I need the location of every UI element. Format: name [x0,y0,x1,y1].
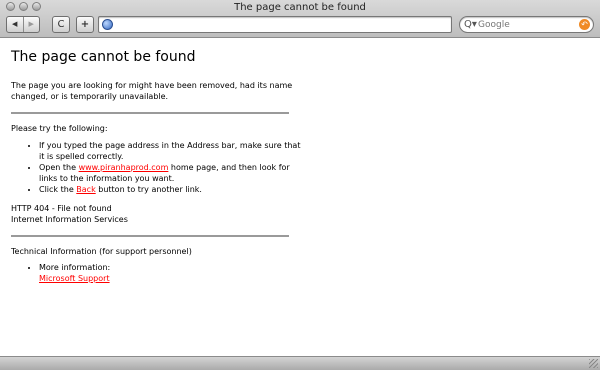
globe-icon [102,19,113,30]
back-arrow-icon: ◀ [12,20,18,28]
browser-window: The page cannot be found ◀ ▶ C + Q▾ Goog… [0,0,600,370]
more-info-label: More information: [39,263,111,272]
resize-grip-icon[interactable] [589,359,598,368]
plus-icon: + [80,19,90,30]
microsoft-support-link[interactable]: Microsoft Support [39,274,110,283]
reload-button[interactable]: C [52,16,70,33]
home-page-link[interactable]: www.piranhaprod.com [79,163,169,172]
back-button[interactable]: ◀ [7,17,23,32]
tip-text: Open the [39,163,79,172]
page-content: The page cannot be found The page you ar… [0,38,600,356]
add-bookmark-button[interactable]: + [76,16,94,33]
more-info-item: More information: Microsoft Support [39,262,301,284]
error-page: The page cannot be found The page you ar… [11,48,301,284]
server-name: Internet Information Services [11,215,128,224]
try-heading: Please try the following: [11,124,108,133]
forward-button[interactable]: ▶ [22,17,40,32]
more-info-list: More information: Microsoft Support [11,262,301,284]
search-input[interactable] [478,17,574,32]
http-status: HTTP 404 - File not found [11,204,112,213]
forward-arrow-icon: ▶ [28,20,34,28]
search-field[interactable]: Q▾ ↶ [459,16,594,33]
tech-info-heading: Technical Information (for support perso… [11,247,192,256]
tip-text: Click the [39,185,77,194]
snapback-icon[interactable]: ↶ [579,19,590,30]
divider [11,235,289,237]
tip-text: button to try another link. [95,185,202,194]
back-forward-buttons: ◀ ▶ [6,16,40,33]
tip-item: Click the Back button to try another lin… [39,184,301,195]
address-bar[interactable] [98,16,452,33]
intro-text: The page you are looking for might have … [11,81,293,101]
status-bar [0,356,600,370]
page-title: The page cannot be found [11,49,196,65]
window-title: The page cannot be found [234,2,366,13]
browser-chrome: The page cannot be found ◀ ▶ C + Q▾ Goog… [0,0,600,38]
tip-item: Open the www.piranhaprod.com home page, … [39,162,301,184]
tip-text: If you typed the page address in the Add… [39,141,301,161]
search-icon[interactable]: Q▾ [464,18,477,32]
back-link[interactable]: Back [76,185,95,194]
toolbar: ◀ ▶ C + Q▾ ↶ [0,15,600,36]
divider [11,112,289,114]
reload-icon: C [57,19,65,30]
tip-item: If you typed the page address in the Add… [39,140,301,162]
tips-list: If you typed the page address in the Add… [11,140,301,195]
